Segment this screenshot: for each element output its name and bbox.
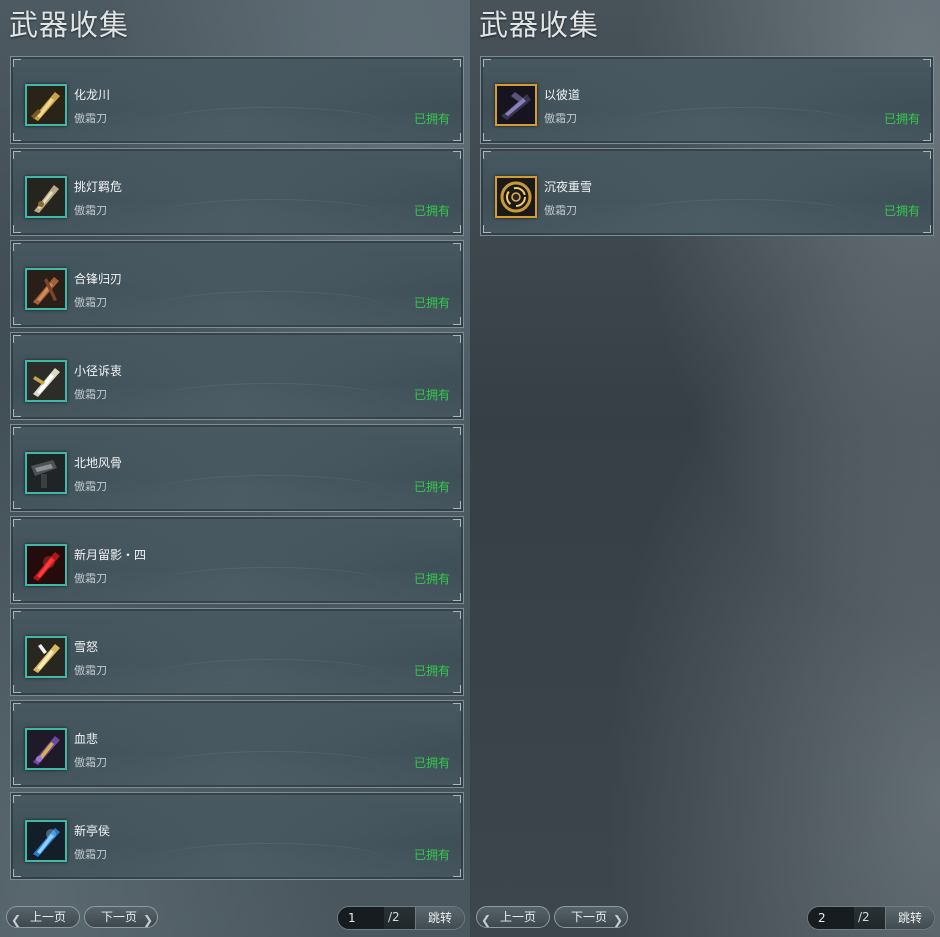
weapon-card[interactable]: 沉夜重雪 傲霜刀 已拥有	[480, 148, 934, 236]
page-number-input[interactable]	[808, 907, 854, 929]
weapon-name: 雪怒	[74, 640, 99, 654]
gold-dragon-blade-icon	[25, 84, 67, 126]
jump-button[interactable]: 跳转	[885, 907, 934, 929]
weapon-type: 傲霜刀	[74, 848, 107, 861]
next-page-label: 下一页	[570, 910, 607, 924]
owned-status: 已拥有	[413, 664, 450, 678]
prev-page-label: 上一页	[29, 910, 66, 924]
copper-blade-icon	[25, 268, 67, 310]
weapon-type: 傲霜刀	[74, 480, 107, 493]
owned-status: 已拥有	[883, 204, 920, 218]
snow-gold-blade-icon	[25, 636, 67, 678]
weapon-type: 傲霜刀	[74, 296, 107, 309]
prev-page-label: 上一页	[499, 910, 536, 924]
ice-blue-blade-icon	[25, 820, 67, 862]
weapon-name: 北地风骨	[74, 456, 123, 470]
weapon-type: 傲霜刀	[74, 112, 107, 125]
page-jump-control: /2 跳转	[337, 906, 465, 930]
panel-title: 武器收集	[479, 8, 600, 42]
weapon-card[interactable]: 新月留影・四 傲霜刀 已拥有	[10, 516, 464, 604]
lantern-blade-icon	[25, 176, 67, 218]
page-total: /2	[858, 910, 870, 924]
weapon-type: 傲霜刀	[74, 572, 107, 585]
owned-status: 已拥有	[413, 296, 450, 310]
owned-status: 已拥有	[413, 204, 450, 218]
next-page-label: 下一页	[100, 910, 137, 924]
prev-page-button[interactable]: ❮ 上一页	[476, 906, 550, 928]
owned-status: 已拥有	[413, 848, 450, 862]
weapon-type: 傲霜刀	[74, 664, 107, 677]
prev-page-button[interactable]: ❮ 上一页	[6, 906, 80, 928]
weapon-name: 化龙川	[74, 88, 111, 102]
weapon-card[interactable]: 小径诉衷 傲霜刀 已拥有	[10, 332, 464, 420]
owned-status: 已拥有	[883, 112, 920, 126]
weapon-card[interactable]: 以彼道 傲霜刀 已拥有	[480, 56, 934, 144]
weapon-collection-panel-right: 武器收集 以彼道 傲霜刀 已拥有 沉夜重雪 傲霜刀 已拥有 ❮ 上一页 下一页 …	[470, 0, 940, 937]
panel-title: 武器收集	[9, 8, 130, 42]
chevron-left-icon: ❮	[11, 913, 22, 927]
weapon-collection-panel-left: 武器收集 化龙川 傲霜刀 已拥有 挑灯羁危 傲霜刀 已拥有 合锋归刃 傲霜刀 已…	[0, 0, 470, 937]
weapon-card[interactable]: 北地风骨 傲霜刀 已拥有	[10, 424, 464, 512]
weapon-type: 傲霜刀	[74, 756, 107, 769]
crimson-blade-icon	[25, 544, 67, 586]
owned-status: 已拥有	[413, 572, 450, 586]
owned-status: 已拥有	[413, 480, 450, 494]
weapon-type: 傲霜刀	[544, 112, 577, 125]
chevron-right-icon: ❯	[142, 913, 153, 927]
page-jump-control: /2 跳转	[807, 906, 935, 930]
weapon-card[interactable]: 新亭侯 傲霜刀 已拥有	[10, 792, 464, 880]
chevron-right-icon: ❯	[612, 913, 623, 927]
weapon-name: 以彼道	[544, 88, 581, 102]
owned-status: 已拥有	[413, 112, 450, 126]
purple-gold-blade-icon	[25, 728, 67, 770]
weapon-type: 傲霜刀	[74, 204, 107, 217]
weapon-name: 新月留影・四	[74, 548, 147, 562]
chevron-left-icon: ❮	[481, 913, 492, 927]
weapon-card[interactable]: 血悲 傲霜刀 已拥有	[10, 700, 464, 788]
owned-status: 已拥有	[413, 756, 450, 770]
weapon-card[interactable]: 化龙川 傲霜刀 已拥有	[10, 56, 464, 144]
page-total: /2	[388, 910, 400, 924]
weapon-card[interactable]: 挑灯羁危 傲霜刀 已拥有	[10, 148, 464, 236]
white-gold-blade-icon	[25, 360, 67, 402]
weapon-type: 傲霜刀	[74, 388, 107, 401]
weapon-name: 小径诉衷	[74, 364, 123, 378]
golden-vortex-icon	[495, 176, 537, 218]
dark-iron-blade-icon	[25, 452, 67, 494]
next-page-button[interactable]: 下一页 ❯	[84, 906, 158, 928]
weapon-card[interactable]: 合锋归刃 傲霜刀 已拥有	[10, 240, 464, 328]
weapon-list: 以彼道 傲霜刀 已拥有 沉夜重雪 傲霜刀 已拥有	[480, 56, 934, 240]
weapon-type: 傲霜刀	[544, 204, 577, 217]
next-page-button[interactable]: 下一页 ❯	[554, 906, 628, 928]
jump-button[interactable]: 跳转	[415, 907, 464, 929]
dark-purple-blade-icon	[495, 84, 537, 126]
weapon-name: 血悲	[74, 732, 99, 746]
weapon-list: 化龙川 傲霜刀 已拥有 挑灯羁危 傲霜刀 已拥有 合锋归刃 傲霜刀 已拥有 小径…	[10, 56, 464, 884]
weapon-name: 挑灯羁危	[74, 180, 123, 194]
owned-status: 已拥有	[413, 388, 450, 402]
weapon-card[interactable]: 雪怒 傲霜刀 已拥有	[10, 608, 464, 696]
weapon-name: 沉夜重雪	[544, 180, 593, 194]
page-number-input[interactable]	[338, 907, 384, 929]
weapon-name: 合锋归刃	[74, 272, 123, 286]
weapon-name: 新亭侯	[74, 824, 111, 838]
